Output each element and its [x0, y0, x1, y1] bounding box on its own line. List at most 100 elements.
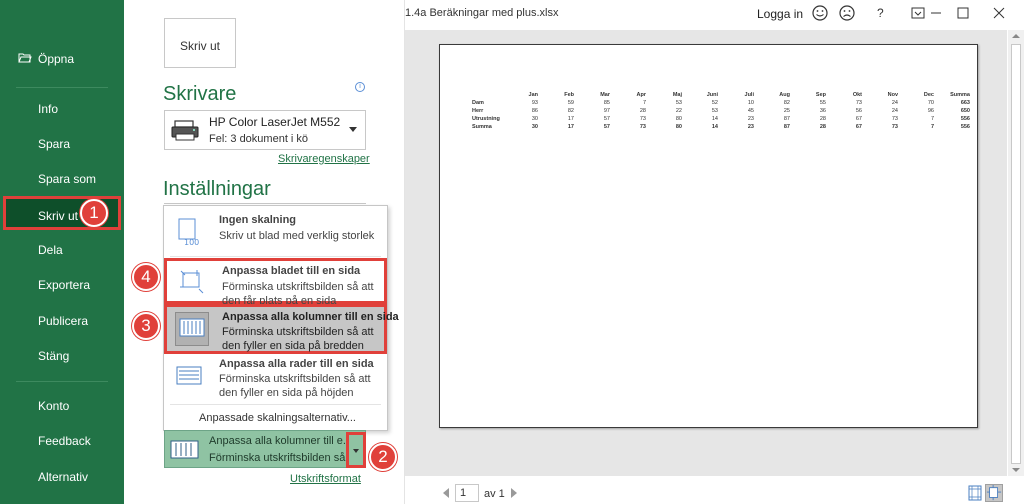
scaling-option-fit-rows[interactable]: Anpassa alla rader till en sida Förminsk…	[164, 354, 387, 404]
nav-publish[interactable]: Publicera	[0, 304, 124, 338]
page-setup-link[interactable]: Utskriftsformat	[290, 473, 361, 485]
table-cell: 52	[711, 100, 718, 106]
column-header: Summa	[950, 92, 970, 98]
print-button[interactable]: Skriv ut	[164, 18, 236, 68]
row-label: Utrustning	[472, 116, 500, 122]
callout-badge-1: 1	[80, 199, 108, 227]
table-cell: 73	[639, 124, 646, 130]
table-cell: 556	[960, 116, 970, 122]
window-title: 1.4a Beräkningar med plus.xlsx	[405, 7, 559, 19]
nav-export[interactable]: Exportera	[0, 268, 124, 302]
option-desc: Förminska utskriftsbilden så att den fyl…	[222, 326, 374, 352]
scaling-option-fit-columns[interactable]: Anpassa alla kolumner till en sida Förmi…	[164, 304, 399, 354]
printer-heading: Skrivare	[163, 83, 237, 105]
page-number-input[interactable]: 1	[455, 484, 479, 502]
table-cell: 7	[930, 124, 934, 130]
table-cell: 36	[819, 108, 826, 114]
table-cell: 556	[960, 124, 970, 130]
table-cell: 57	[603, 124, 610, 130]
dropdown-divider	[170, 256, 381, 257]
callout-badge-3: 3	[132, 312, 160, 340]
printer-properties-link[interactable]: Skrivaregenskaper	[278, 153, 370, 165]
table-cell: 73	[639, 116, 646, 122]
help-button[interactable]: ?	[877, 6, 884, 20]
table-cell: 14	[711, 124, 718, 130]
table-cell: 97	[603, 108, 610, 114]
table-cell: 28	[819, 116, 826, 122]
printer-name: HP Color LaserJet M552 [BC...	[209, 115, 341, 129]
printer-select[interactable]: HP Color LaserJet M552 [BC... Fel: 3 dok…	[164, 110, 366, 150]
show-margins-icon[interactable]	[966, 484, 984, 502]
previous-page-icon[interactable]	[443, 488, 449, 498]
scaling-option-fit-sheet[interactable]: Anpassa bladet till en sida Förminska ut…	[164, 258, 387, 307]
option-title: Ingen skalning	[219, 214, 297, 226]
scaling-current-title: Anpassa alla kolumner till e...	[209, 435, 347, 447]
nav-publish-label: Publicera	[38, 314, 89, 328]
smile-icon[interactable]	[811, 4, 829, 22]
maximize-icon[interactable]	[957, 7, 969, 19]
page-count-label: av 1	[484, 488, 505, 500]
login-link[interactable]: Logga in	[757, 7, 803, 21]
nav-feedback[interactable]: Feedback	[0, 424, 124, 458]
nav-share[interactable]: Dela	[0, 233, 124, 267]
column-header: Juli	[744, 92, 754, 98]
minimize-icon[interactable]	[930, 8, 942, 18]
close-icon[interactable]	[993, 7, 1005, 19]
nav-print-label: Skriv ut	[38, 209, 79, 223]
row-label: Dam	[472, 100, 484, 106]
frown-icon[interactable]	[838, 4, 856, 22]
table-cell: 17	[567, 116, 574, 122]
nav-save-as-label: Spara som	[38, 172, 97, 186]
option-desc: Skriv ut blad med verklig storlek	[219, 230, 375, 242]
option-title: Anpassa alla rader till en sida	[219, 358, 374, 370]
vertical-scrollbar[interactable]	[1008, 30, 1024, 476]
table-cell: 87	[783, 124, 790, 130]
table-cell: 7	[930, 116, 934, 122]
fit-sheet-icon	[180, 270, 204, 294]
scroll-down-icon[interactable]	[1012, 468, 1020, 472]
ribbon-display-icon[interactable]	[911, 6, 925, 20]
scrollbar-thumb[interactable]	[1011, 44, 1021, 464]
table-cell: 53	[711, 108, 718, 114]
table-cell: 55	[819, 100, 826, 106]
table-cell: 73	[891, 116, 898, 122]
callout-badge-4: 4	[132, 263, 160, 291]
column-header: Jan	[528, 92, 538, 98]
callout-badge-2: 2	[369, 443, 397, 471]
nav-options[interactable]: Alternativ	[0, 460, 124, 494]
table-cell: 7	[642, 100, 646, 106]
column-header: Dec	[923, 92, 934, 98]
nav-account[interactable]: Konto	[0, 389, 124, 423]
scaling-dropdown-button[interactable]	[346, 432, 366, 468]
nav-info[interactable]: Info	[0, 92, 124, 126]
custom-scaling-link[interactable]: Anpassade skalningsalternativ...	[164, 406, 387, 430]
table-cell: 10	[747, 100, 754, 106]
scaling-select[interactable]: Anpassa alla kolumner till e... Förminsk…	[164, 430, 366, 468]
preview-page: Jan Feb Mar Apr Maj Juni Juli Aug Sep Okt Nov Dec Su…	[439, 44, 978, 428]
table-cell: 23	[747, 124, 754, 130]
column-header: Maj	[672, 92, 682, 98]
nav-open[interactable]: Öppna	[0, 42, 124, 76]
table-cell: 30	[531, 124, 538, 130]
table-row: Dam 93 59 85 7 53 52 10 82 55 73 24 70 663	[472, 99, 970, 107]
printer-icon	[171, 120, 199, 141]
folder-icon	[18, 53, 32, 63]
table-cell: 70	[927, 100, 934, 106]
table-cell: 24	[891, 100, 898, 106]
nav-save-as[interactable]: Spara som	[0, 162, 124, 196]
nav-feedback-label: Feedback	[38, 434, 91, 448]
zoom-to-page-button[interactable]	[985, 484, 1003, 502]
nav-save[interactable]: Spara	[0, 127, 124, 161]
scaling-option-no-scaling[interactable]: 100 Ingen skalning Skriv ut blad med ver…	[164, 208, 387, 256]
table-cell: 28	[819, 124, 826, 130]
scaling-dropdown: 100 Ingen skalning Skriv ut blad med ver…	[163, 205, 399, 431]
fit-rows-icon	[176, 366, 202, 385]
dropdown-divider	[170, 404, 381, 405]
zoom-page-icon	[986, 485, 1002, 501]
nav-close[interactable]: Stäng	[0, 339, 124, 373]
info-icon[interactable]: i	[355, 82, 365, 92]
nav-options-label: Alternativ	[38, 470, 89, 484]
scroll-up-icon[interactable]	[1012, 34, 1020, 38]
fit-columns-icon	[179, 318, 205, 337]
next-page-icon[interactable]	[511, 488, 517, 498]
